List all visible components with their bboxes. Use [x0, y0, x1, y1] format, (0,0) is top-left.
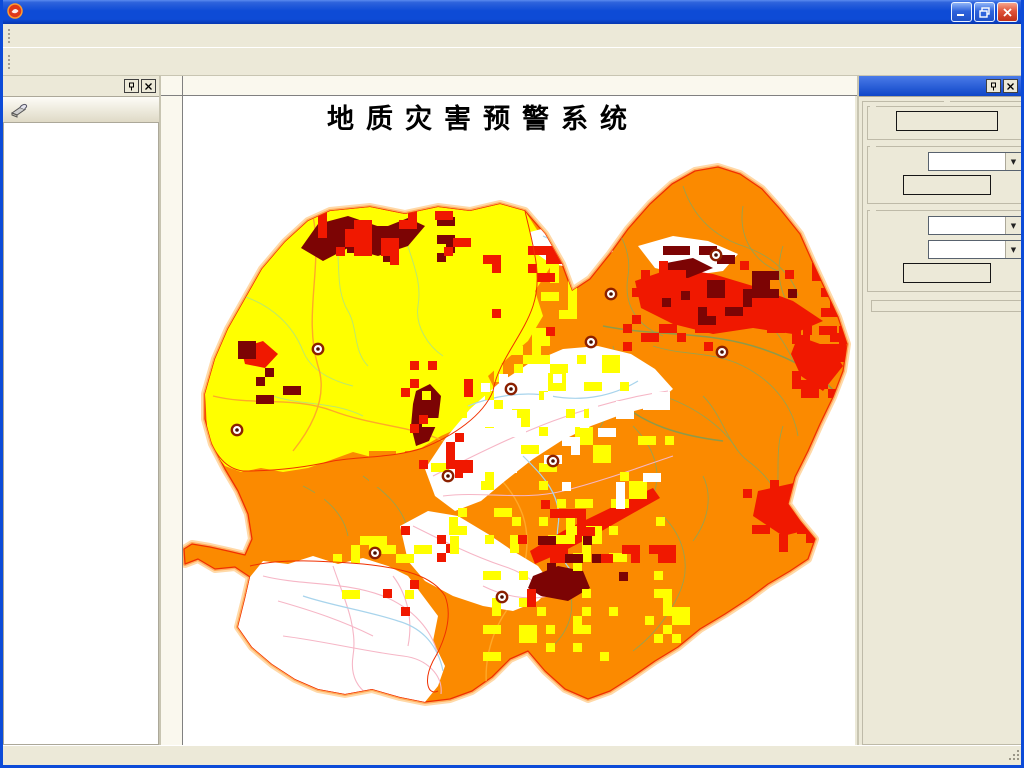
- town-marker: [441, 469, 455, 483]
- short-time-times-combobox[interactable]: ▼: [928, 240, 1021, 259]
- status-bar: [3, 745, 1021, 765]
- menu-bar: [3, 24, 1021, 48]
- map-area: 地质灾害预警系统: [161, 76, 857, 745]
- short-time-date-combobox[interactable]: ▼: [928, 216, 1021, 235]
- title-bar: [3, 0, 1021, 24]
- factor-buttons-box: [871, 300, 1021, 312]
- town-marker: [715, 345, 729, 359]
- town-marker: [584, 335, 598, 349]
- town-marker: [546, 454, 560, 468]
- application-window: 地质灾害预警系统 ▼ ▼ ▼: [0, 0, 1024, 768]
- town-marker: [368, 546, 382, 560]
- town-marker: [709, 248, 723, 262]
- close-icon[interactable]: [1003, 79, 1018, 93]
- chevron-down-icon[interactable]: ▼: [1005, 217, 1021, 234]
- short-term-date-combobox[interactable]: ▼: [928, 152, 1021, 171]
- left-panel-section-bar[interactable]: [3, 97, 159, 123]
- town-marker: [604, 287, 618, 301]
- short-time-analyze-button[interactable]: [903, 263, 991, 283]
- close-icon[interactable]: [141, 79, 156, 93]
- chevron-down-icon[interactable]: ▼: [1005, 241, 1021, 258]
- svg-text:地质灾害预警系统: 地质灾害预警系统: [327, 103, 639, 135]
- factor-setting-group: [867, 106, 1021, 140]
- menu-grip[interactable]: [7, 27, 11, 44]
- restore-button[interactable]: [974, 2, 995, 22]
- right-panel: ▼ ▼ ▼: [857, 76, 1021, 745]
- app-logo-icon: [7, 2, 23, 22]
- left-panel-header: [3, 76, 159, 97]
- minimize-button[interactable]: [951, 2, 972, 22]
- left-panel-items: [3, 123, 159, 745]
- map-canvas[interactable]: 地质灾害预警系统: [183, 96, 855, 745]
- short-term-group: ▼: [867, 146, 1021, 204]
- left-panel: [3, 76, 161, 745]
- pin-icon[interactable]: [124, 79, 139, 93]
- pin-icon[interactable]: [986, 79, 1001, 93]
- ruler-corner: [161, 76, 183, 96]
- short-term-analyze-button[interactable]: [903, 175, 991, 195]
- short-time-date-value: [929, 217, 1005, 234]
- short-time-times-value: [929, 241, 1005, 258]
- resize-grip[interactable]: [1008, 749, 1020, 764]
- town-marker: [495, 590, 509, 604]
- seal-icon: [10, 100, 30, 123]
- toolbar-grip[interactable]: [7, 53, 11, 70]
- town-marker: [311, 342, 325, 356]
- chevron-down-icon[interactable]: ▼: [1005, 153, 1021, 170]
- ruler-top: [183, 76, 857, 96]
- toolbar: [3, 48, 1021, 76]
- close-button[interactable]: [997, 2, 1018, 22]
- town-marker: [504, 382, 518, 396]
- ruler-left: [161, 96, 183, 745]
- short-term-date-value: [929, 153, 1005, 170]
- short-time-group: ▼ ▼: [867, 210, 1021, 292]
- factor-setting-button[interactable]: [896, 111, 998, 131]
- town-marker: [230, 423, 244, 437]
- right-panel-header: [859, 76, 1021, 97]
- grid-analysis-group: ▼ ▼ ▼: [862, 101, 1021, 745]
